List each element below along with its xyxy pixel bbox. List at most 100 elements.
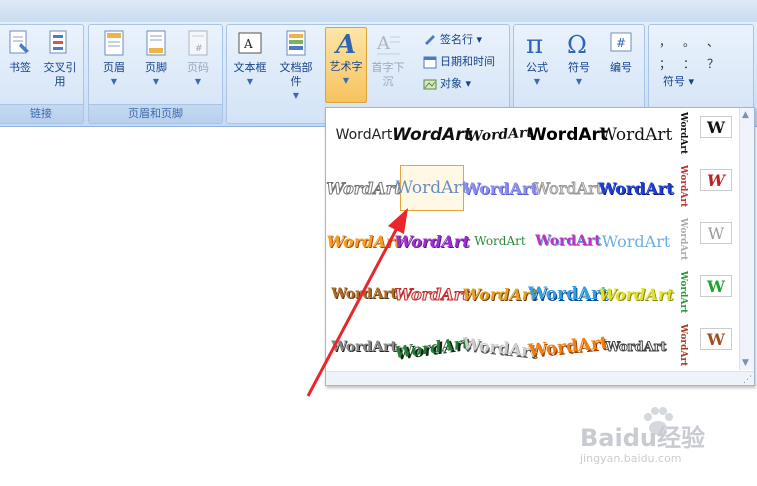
wordart-style-5[interactable]: WordArt — [599, 112, 673, 158]
wordart-sample-text: WordArt — [326, 231, 402, 251]
wordart-style-23[interactable]: WordArt — [462, 324, 539, 370]
wordart-w-style-1[interactable]: W — [700, 116, 732, 138]
wordart-style-13[interactable]: WordArt — [468, 218, 532, 264]
page-number-dropdown-icon: ▼ — [194, 77, 202, 86]
cross-reference-icon — [49, 30, 67, 54]
footer-button[interactable]: 页脚 ▼ — [137, 29, 175, 99]
bookmark-label: 书签 — [9, 61, 31, 74]
symbol-char-enumeration-comma[interactable]: 、 — [707, 33, 719, 50]
svg-text:A: A — [376, 33, 391, 54]
wordart-style-8[interactable]: WordArt — [462, 165, 537, 211]
wordart-gallery: WordArt WordArt WordArt WordArt WordArt WordA… — [325, 107, 755, 386]
symbol-char-semicolon[interactable]: ； — [659, 55, 671, 72]
wordart-w-style-2[interactable]: W — [700, 169, 732, 191]
numbering-button[interactable]: # 编号 — [602, 29, 640, 99]
wordart-sample-text: WordArt — [533, 178, 603, 198]
wordart-style-25[interactable]: WordArt — [604, 324, 668, 370]
symbol-button[interactable]: Ω 符号 ▼ — [560, 29, 598, 99]
wordart-sample-text: WordArt — [528, 284, 608, 304]
svg-text:#: # — [195, 44, 203, 54]
scroll-down-icon[interactable]: ▼ — [742, 358, 749, 368]
wordart-sample-text: WordArt — [601, 231, 671, 251]
wordart-style-10[interactable]: WordArt — [598, 165, 674, 211]
wordart-style-6[interactable]: WordArt — [326, 165, 402, 211]
signature-line-button[interactable]: 签名行 ▾ — [423, 31, 482, 49]
wordart-style-16[interactable]: WordArt — [331, 271, 397, 317]
date-time-button[interactable]: 日期和时间 — [423, 53, 495, 71]
signature-line-label: 签名行 — [440, 33, 473, 46]
symbol-char-period[interactable]: 。 — [683, 33, 695, 50]
symbol-char-colon[interactable]: ： — [683, 55, 695, 72]
wordart-style-22[interactable]: WordArt — [393, 324, 470, 370]
wordart-sample-text: WordArt — [462, 284, 538, 304]
wordart-icon: A — [333, 30, 356, 58]
wordart-w-style-4[interactable]: W — [700, 275, 732, 297]
equation-button[interactable]: π 公式 ▼ — [518, 29, 556, 99]
drop-cap-button[interactable]: A 首字下沉 — [369, 29, 407, 99]
header-dropdown-icon: ▼ — [110, 77, 118, 86]
wordart-style-15[interactable]: WordArt — [601, 218, 671, 264]
wordart-style-7[interactable]: WordArt — [396, 165, 468, 211]
special-symbol-button[interactable]: 符号 ▾ — [663, 73, 694, 91]
wordart-style-4[interactable]: WordArt — [527, 112, 609, 158]
wordart-style-21[interactable]: WordArt — [331, 324, 397, 370]
wordart-style-20[interactable]: WordArt — [598, 271, 674, 317]
footer-label: 页脚 — [145, 61, 167, 74]
wordart-sample-text: WordArt — [599, 125, 673, 145]
wordart-sample-text: WordArt — [598, 178, 674, 198]
bookmark-button[interactable]: 书签 — [1, 29, 39, 99]
wordart-vertical-style-3[interactable]: WordArt — [678, 218, 692, 264]
text-box-button[interactable]: A 文本框 ▼ — [231, 29, 269, 99]
equation-label: 公式 — [526, 61, 548, 74]
gallery-scrollbar[interactable]: ▲ ▼ — [739, 108, 754, 370]
wordart-vertical-style-2[interactable]: WordArt — [678, 165, 692, 211]
symbol-char-comma[interactable]: ， — [659, 33, 671, 50]
symbol-char-question[interactable]: ？ — [707, 55, 719, 72]
wordart-style-1[interactable]: WordArt — [332, 112, 396, 158]
wordart-style-11[interactable]: WordArt — [326, 218, 402, 264]
wordart-w-style-3[interactable]: W — [700, 222, 732, 244]
scroll-up-icon[interactable]: ▲ — [742, 110, 749, 120]
wordart-vertical-text: WordArt — [678, 165, 688, 208]
wordart-vertical-style-1[interactable]: WordArt — [678, 112, 692, 158]
svg-text:π: π — [526, 30, 543, 59]
wordart-style-19[interactable]: WordArt — [528, 271, 608, 317]
wordart-style-14[interactable]: WordArt — [535, 218, 601, 264]
object-label: 对象 — [440, 77, 462, 90]
resize-grip[interactable]: ⋰ — [326, 371, 754, 385]
wordart-button[interactable]: A 艺术字 ▼ — [325, 27, 367, 103]
wordart-style-17[interactable]: WordArt — [394, 271, 470, 317]
text-box-dropdown-icon: ▼ — [246, 77, 254, 86]
wordart-style-2[interactable]: WordArt — [392, 112, 472, 158]
wordart-style-9[interactable]: WordArt — [533, 165, 603, 211]
page-number-button[interactable]: # 页码 ▼ — [179, 29, 217, 99]
wordart-sample-text: WordArt — [605, 339, 667, 355]
numbering-label: 编号 — [610, 61, 632, 74]
quick-parts-button[interactable]: 文档部件 ▼ — [277, 29, 315, 100]
text-box-icon: A — [238, 32, 262, 54]
header-footer-group: 页眉 ▼ 页脚 ▼ # 页码 ▼ 页眉和页脚 — [88, 24, 223, 124]
wordart-vertical-style-5[interactable]: WordArt — [678, 324, 692, 370]
pi-icon: π — [526, 30, 543, 59]
header-button[interactable]: 页眉 ▼ — [95, 29, 133, 99]
quick-parts-label: 文档部件 — [279, 61, 313, 88]
signature-line-icon — [425, 35, 435, 45]
object-icon — [423, 79, 437, 90]
wordart-style-12[interactable]: WordArt — [394, 218, 469, 264]
cross-reference-button[interactable]: 交叉引用 — [41, 29, 79, 99]
wordart-sample-text: WordArt — [331, 339, 397, 355]
header-label: 页眉 — [103, 61, 125, 74]
wordart-w-style-5[interactable]: W — [700, 328, 732, 350]
wordart-vertical-text: WordArt — [678, 271, 688, 314]
symbol-label: 符号 — [568, 61, 590, 74]
wordart-style-24[interactable]: WordArt — [527, 324, 609, 370]
wordart-style-3[interactable]: WordArt — [467, 112, 534, 158]
wordart-sample-text: WordArt — [527, 125, 609, 145]
wordart-vertical-style-4[interactable]: WordArt — [678, 271, 692, 317]
title-bar-strip — [0, 0, 757, 22]
wordart-style-18[interactable]: WordArt — [462, 271, 538, 317]
object-button[interactable]: 对象 ▾ — [423, 75, 471, 93]
wordart-sample-text: WordArt — [393, 332, 471, 362]
drop-cap-label: 首字下沉 — [371, 61, 405, 88]
wordart-sample-text: WordArt — [598, 284, 674, 304]
